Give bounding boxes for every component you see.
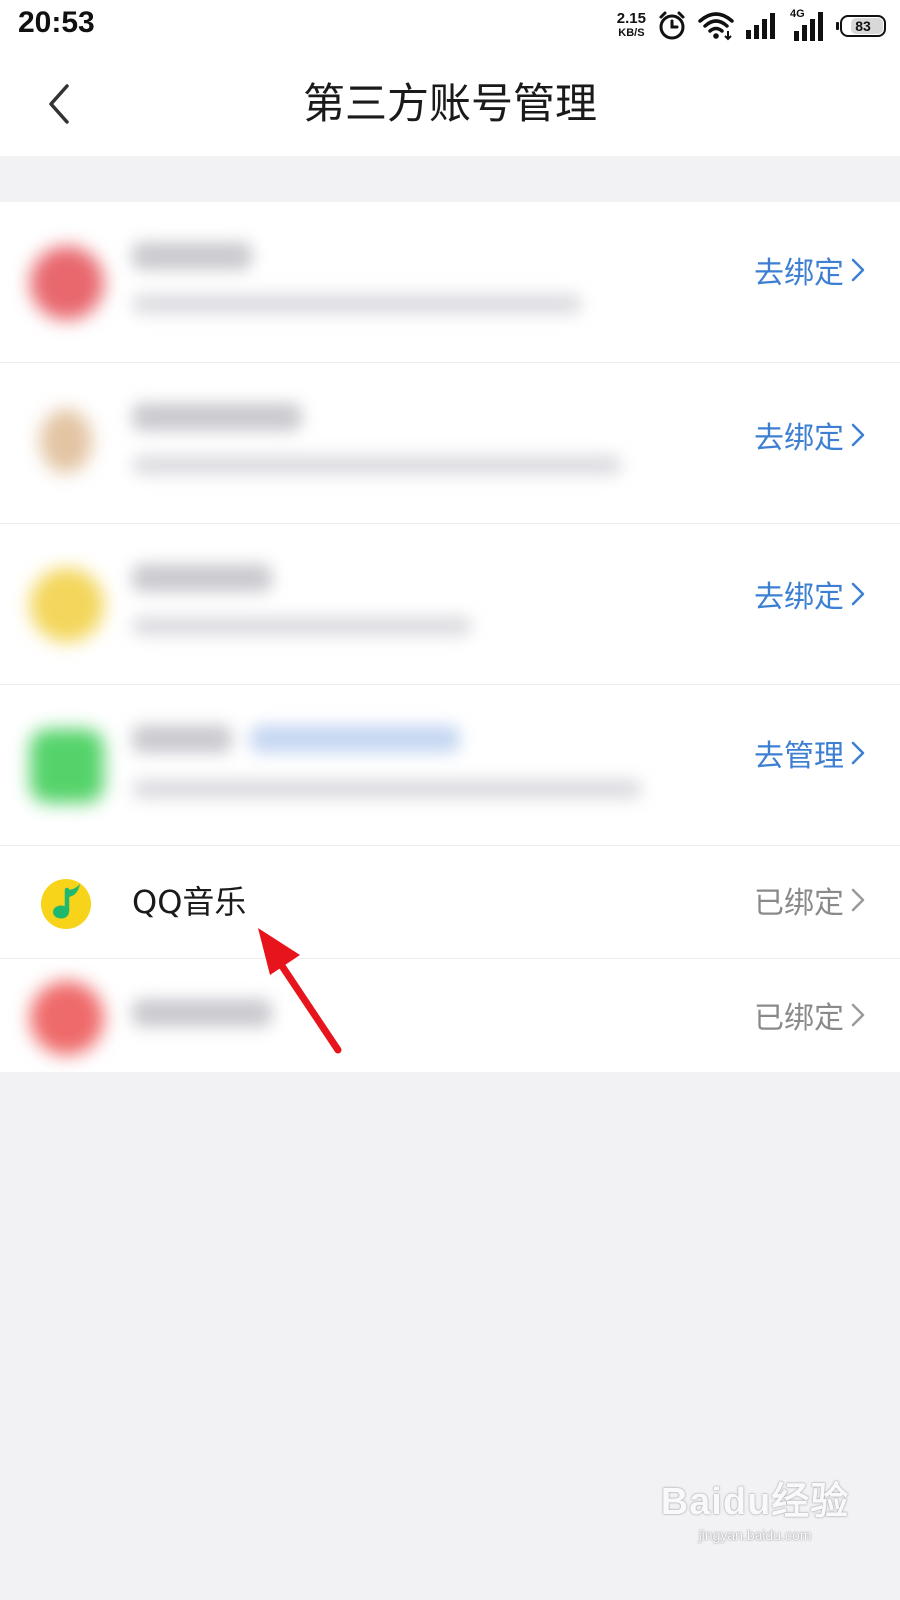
header: 第三方账号管理 (0, 52, 900, 156)
chevron-right-icon (851, 741, 865, 765)
chevron-right-icon (851, 582, 865, 606)
wifi-icon (698, 12, 734, 41)
account-row[interactable]: 去绑定 (0, 363, 900, 524)
account-row[interactable]: 去管理 (0, 685, 900, 846)
status-bar: 20:53 2.15 KB/S 4G 83 (0, 0, 900, 52)
baidu-jingyan-watermark: Baidu经验 jingyan.baidu.com (660, 1470, 850, 1543)
screen: 20:53 2.15 KB/S 4G 83 第三方账号管理 去绑定 去绑定 去绑… (0, 0, 900, 1600)
status-icons: 2.15 KB/S 4G 83 (617, 8, 886, 44)
account-name: QQ音乐 (132, 883, 247, 921)
action-label: 去绑定 (754, 421, 844, 456)
alarm-clock-icon (659, 11, 685, 40)
network-speed-value: 2.15 (616, 10, 646, 27)
app-icon (30, 981, 104, 1055)
signal-strength-4g-icon (794, 12, 823, 41)
blurred-name (132, 403, 302, 431)
account-row[interactable]: 已绑定 (0, 959, 900, 1072)
network-speed-unit: KB/S (618, 27, 645, 39)
chevron-right-icon (851, 1003, 865, 1027)
account-row[interactable]: 去绑定 (0, 524, 900, 685)
network-speed: 2.15 KB/S (616, 10, 646, 40)
action-label: 去绑定 (754, 580, 844, 615)
manage-button[interactable]: 去管理 (754, 731, 866, 775)
bind-button[interactable]: 去绑定 (754, 413, 866, 457)
battery-icon: 83 (836, 15, 886, 37)
blurred-name (132, 725, 232, 753)
chevron-right-icon (851, 423, 865, 447)
account-row[interactable]: 去绑定 (0, 202, 900, 363)
action-label: 去管理 (754, 739, 844, 774)
third-party-account-list: 去绑定 去绑定 去绑定 去管理 QQ音乐 已绑定 已绑定 (0, 202, 900, 1072)
account-row-qq-music[interactable]: QQ音乐 已绑定 (0, 846, 900, 959)
app-icon (30, 568, 104, 642)
action-label: 去绑定 (754, 256, 844, 291)
chevron-right-icon (851, 258, 865, 282)
watermark-url: jingyan.baidu.com (698, 1527, 812, 1543)
chevron-right-icon (851, 888, 865, 912)
battery-level: 83 (855, 18, 871, 34)
blurred-name (132, 564, 272, 592)
bound-status-button[interactable]: 已绑定 (754, 878, 866, 922)
blurred-description (132, 779, 642, 799)
page-title: 第三方账号管理 (302, 79, 597, 128)
action-label: 已绑定 (754, 1001, 844, 1036)
app-icon (30, 246, 104, 320)
blurred-name (132, 999, 272, 1027)
signal-strength-icon (746, 13, 775, 39)
blurred-tag (250, 725, 460, 753)
cellular-4g-indicator: 4G (790, 8, 830, 42)
blurred-name (132, 242, 252, 270)
qq-music-icon (41, 879, 91, 929)
watermark-brand: Baidu经验 (660, 1481, 850, 1523)
blurred-description (132, 616, 472, 636)
app-icon (30, 729, 104, 803)
bind-button[interactable]: 去绑定 (754, 248, 866, 292)
bind-button[interactable]: 去绑定 (754, 572, 866, 616)
blurred-description (132, 294, 582, 314)
bound-status-button[interactable]: 已绑定 (754, 993, 866, 1037)
status-time: 20:53 (18, 6, 95, 39)
action-label: 已绑定 (754, 886, 844, 921)
blurred-description (132, 455, 622, 475)
app-icon (40, 409, 92, 473)
